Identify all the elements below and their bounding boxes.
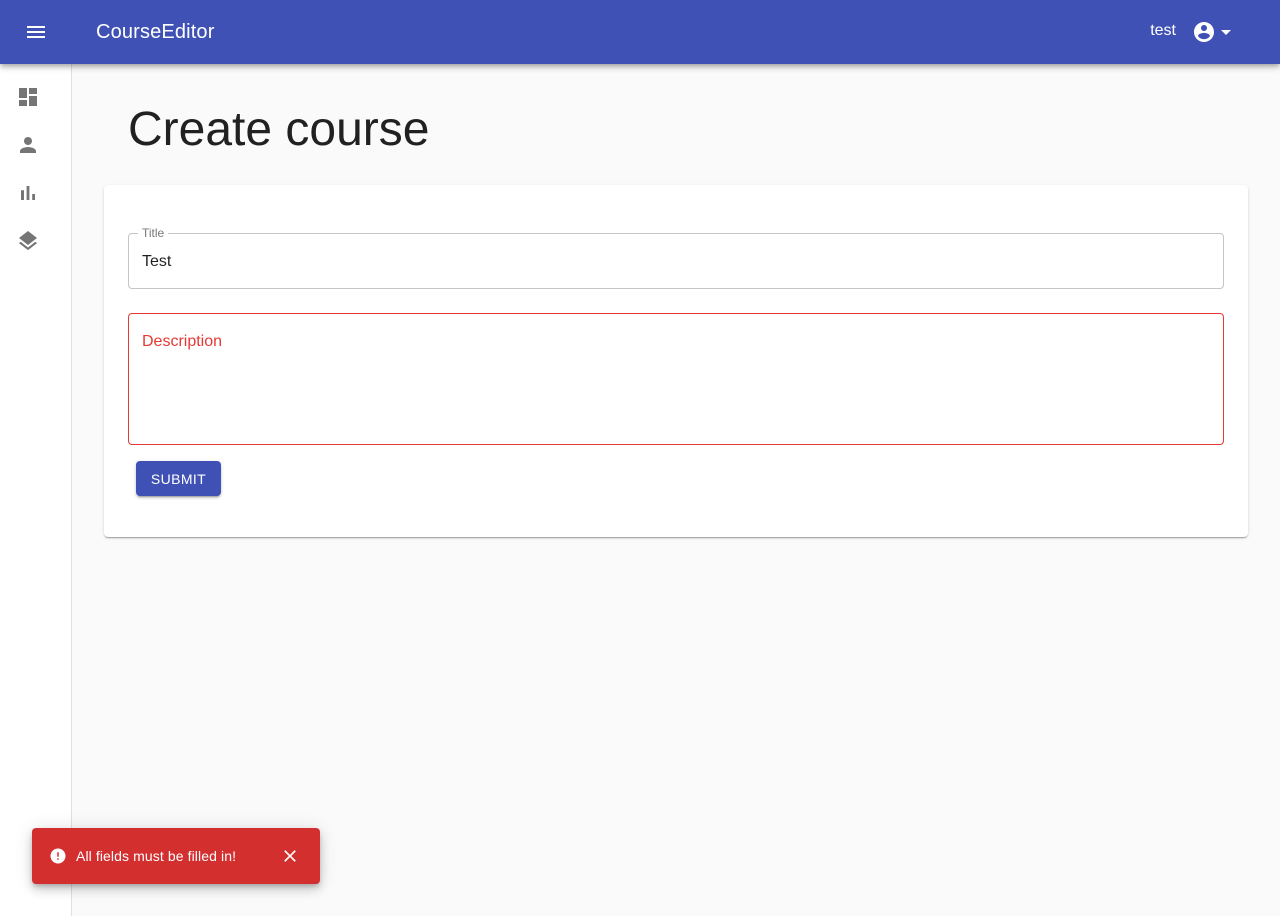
title-field: Title — [128, 226, 1224, 289]
sidebar-item-statistics[interactable] — [0, 169, 71, 217]
error-icon — [50, 848, 66, 864]
submit-button[interactable]: SUBMIT — [136, 461, 221, 496]
layers-icon — [19, 231, 37, 251]
dashboard-icon — [19, 88, 37, 106]
menu-button[interactable] — [12, 8, 60, 56]
sidebar — [0, 64, 72, 916]
account-menu-button[interactable] — [1192, 16, 1244, 48]
sidebar-item-users[interactable] — [0, 121, 71, 169]
error-snackbar: All fields must be filled in! — [32, 828, 320, 884]
page-title: Create course — [128, 103, 430, 156]
app-bar: CourseEditor test — [0, 0, 1280, 64]
bar-chart-icon — [21, 186, 35, 200]
close-icon — [284, 850, 296, 862]
account-circle-icon — [1194, 22, 1214, 42]
sidebar-item-courses[interactable] — [0, 217, 71, 265]
snackbar-close-button[interactable] — [277, 843, 303, 869]
snackbar-message: All fields must be filled in! — [76, 848, 237, 864]
menu-icon — [27, 26, 45, 38]
description-input[interactable] — [142, 331, 1202, 427]
title-input[interactable] — [142, 252, 1202, 272]
person-icon — [20, 137, 36, 153]
course-form-card: Title SUBMIT — [104, 185, 1248, 537]
username: test — [1150, 22, 1176, 39]
description-field — [128, 313, 1224, 445]
title-field-label: Title — [138, 226, 169, 240]
sidebar-item-dashboard[interactable] — [0, 73, 71, 121]
arrow-drop-down-icon — [1221, 30, 1231, 35]
app-title: CourseEditor — [96, 21, 215, 43]
